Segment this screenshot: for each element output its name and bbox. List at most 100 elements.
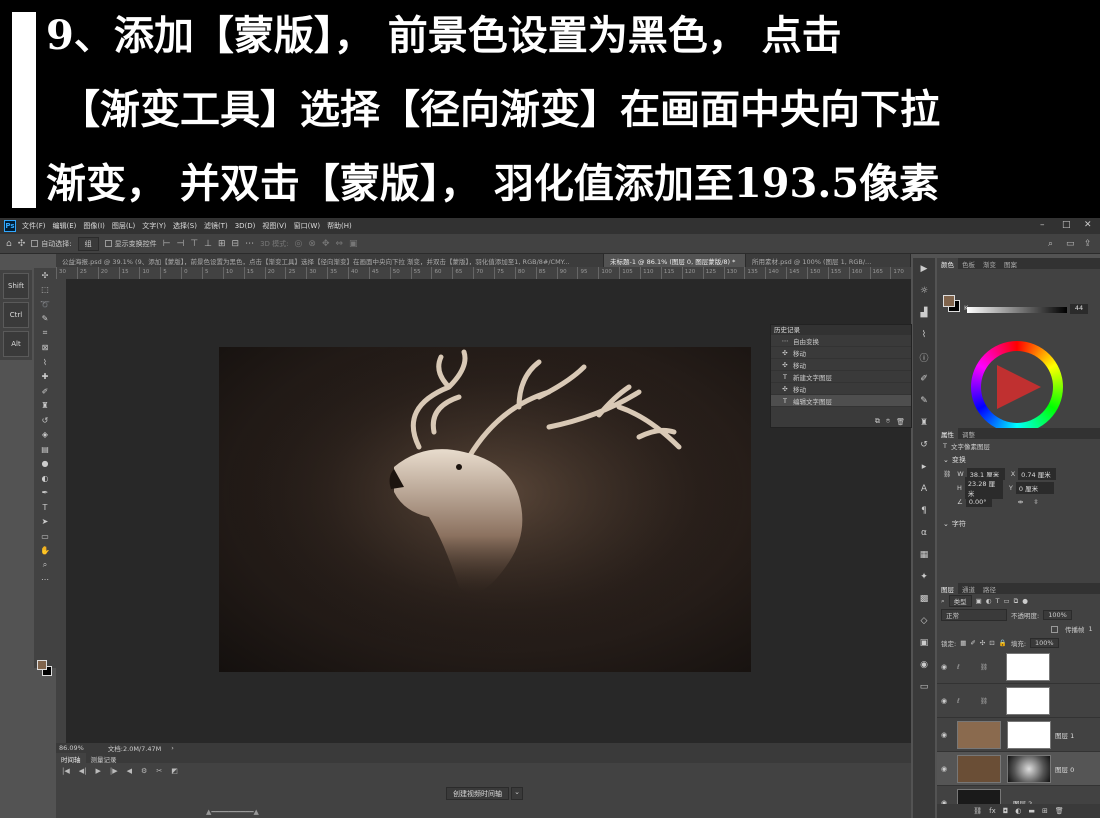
new-layer-icon[interactable]: ⊞ — [1042, 807, 1048, 815]
workspace-icon[interactable]: ▭ — [1066, 239, 1075, 249]
layer-row-selected[interactable]: ◉ 图层 0 — [937, 752, 1100, 786]
more-options-icon[interactable]: ⋯ — [245, 239, 254, 249]
align-center-icon[interactable]: ⊣ — [176, 239, 184, 249]
menu-layer[interactable]: 图层(L) — [112, 221, 135, 231]
blur-tool-icon[interactable]: ● — [34, 457, 56, 472]
tab-untitled[interactable]: 未标题-1 @ 86.1% (图层 0, 图层蒙版/8) * — [604, 254, 746, 267]
height-field[interactable]: 23.28 厘米 — [964, 477, 1003, 499]
history-row[interactable]: ✣ 移动 — [771, 359, 911, 371]
timeline-dropdown[interactable]: ⌄ — [511, 787, 523, 800]
tab-channels[interactable]: 通道 — [958, 583, 979, 594]
tab-properties[interactable]: 属性 — [937, 428, 958, 439]
type-tool-icon[interactable]: T — [34, 500, 56, 515]
filter-adjust-icon[interactable]: ◐ — [986, 597, 992, 605]
glyphs-icon[interactable]: α — [913, 522, 935, 544]
next-frame-icon[interactable]: |▶ — [110, 767, 118, 775]
filter-shape-icon[interactable]: ▭ — [1003, 597, 1009, 605]
shift-key-button[interactable]: Shift — [3, 273, 29, 299]
styles-icon[interactable]: ✦ — [913, 566, 935, 588]
blend-mode-select[interactable]: 正常 — [941, 609, 1007, 621]
share-icon[interactable]: ⇪ — [1084, 239, 1092, 249]
eye-icon[interactable]: ◉ — [937, 663, 951, 671]
paragraph-icon[interactable]: ¶ — [913, 500, 935, 522]
tab-layers[interactable]: 图层 — [937, 583, 958, 594]
foreground-color-swatch[interactable] — [943, 295, 955, 307]
tab-measurement-log[interactable]: 测量记录 — [86, 753, 122, 764]
layer-thumbnail[interactable] — [1005, 652, 1050, 681]
play-icon[interactable]: ▶ — [96, 767, 101, 775]
brushes-icon[interactable]: ✎ — [913, 390, 935, 412]
flip-horizontal-icon[interactable]: ⇹ — [1018, 498, 1023, 506]
transform-section-header[interactable]: ⌄ 变换 — [937, 453, 1100, 467]
align-right-icon[interactable]: ⊤ — [190, 239, 198, 249]
lasso-tool-icon[interactable]: ➰ — [34, 297, 56, 312]
cube-icon[interactable]: ▣ — [913, 632, 935, 654]
3d-pan-icon[interactable]: ✥ — [322, 239, 330, 249]
opacity-field[interactable]: 100% — [1043, 610, 1072, 620]
history-brush-icon[interactable]: ↺ — [34, 413, 56, 428]
brush-settings-icon[interactable]: ✐ — [913, 368, 935, 390]
frame-tool-icon[interactable]: ⊠ — [34, 341, 56, 356]
tab-timeline[interactable]: 时间轴 — [56, 753, 86, 764]
layer-row[interactable]: ◉ ℓ ⛓ — [937, 684, 1100, 718]
home-icon[interactable]: ⌂ — [6, 239, 12, 249]
angle-field[interactable]: 0.00° — [965, 497, 992, 507]
lock-all-icon[interactable]: 🔒 — [999, 639, 1007, 647]
menu-view[interactable]: 视图(V) — [262, 221, 286, 231]
layer-name[interactable]: 图层 0 — [1055, 764, 1074, 774]
filter-pixel-icon[interactable]: ▣ — [976, 597, 982, 605]
eye-icon[interactable]: ◉ — [937, 697, 951, 705]
transition-icon[interactable]: ◩ — [171, 767, 178, 775]
canvas-area[interactable]: 历史记录 ⋯ 自由变换 ✣ 移动 ✣ 移动 T 新建文字图层 ✣ 移动 T 编辑文字图层 ⧉… — [66, 279, 912, 743]
history-row[interactable]: ✣ 移动 — [771, 383, 911, 395]
minimize-icon[interactable]: – — [1040, 220, 1045, 230]
ctrl-key-button[interactable]: Ctrl — [3, 302, 29, 328]
audio-icon[interactable]: ◀ — [127, 767, 132, 775]
lock-move-icon[interactable]: ✣ — [980, 639, 985, 647]
document-canvas[interactable] — [219, 347, 751, 672]
auto-select-target-select[interactable]: 组 — [77, 236, 99, 251]
layer-thumbnail[interactable] — [957, 754, 1001, 783]
clone-stamp-icon[interactable]: ♜ — [34, 399, 56, 414]
character-section-header[interactable]: ⌄ 字符 — [937, 517, 1100, 531]
eye-icon[interactable]: ◉ — [937, 765, 951, 773]
3d-scale-icon[interactable]: ▣ — [349, 239, 358, 249]
actions-icon[interactable]: ▸ — [913, 456, 935, 478]
gradient-tool-icon[interactable]: ▤ — [34, 442, 56, 457]
hand-tool-icon[interactable]: ✋ — [34, 544, 56, 559]
menu-help[interactable]: 帮助(H) — [327, 221, 352, 231]
tab-swatches[interactable]: 色板 — [958, 258, 979, 269]
link-icon[interactable]: ⛓ — [943, 470, 951, 478]
rectangle-tool-icon[interactable]: ▭ — [34, 529, 56, 544]
maximize-icon[interactable]: □ — [1062, 220, 1071, 230]
tab-adjustments[interactable]: 调整 — [958, 428, 979, 439]
layer-row[interactable]: ◉ ℓ ⛓ — [937, 650, 1100, 684]
menu-file[interactable]: 文件(F) — [22, 221, 46, 231]
fx-icon[interactable]: fx — [989, 807, 996, 815]
menu-select[interactable]: 选择(S) — [173, 221, 197, 231]
tab-color[interactable]: 颜色 — [937, 258, 958, 269]
k-slider[interactable] — [967, 307, 1067, 313]
pen-tool-icon[interactable]: ✒ — [34, 486, 56, 501]
align-middle-icon[interactable]: ⊞ — [218, 239, 226, 249]
split-icon[interactable]: ✂ — [156, 767, 162, 775]
zoom-level[interactable]: 86.09% — [59, 744, 84, 752]
search-icon[interactable]: ⌕ — [1048, 239, 1053, 249]
brush-tool-icon[interactable]: ✐ — [34, 384, 56, 399]
tab-patterns[interactable]: 图案 — [1000, 258, 1021, 269]
more-tools-icon[interactable]: ⋯ — [34, 573, 56, 588]
x-field[interactable]: 0.74 厘米 — [1018, 468, 1057, 480]
first-frame-icon[interactable]: |◀ — [62, 767, 70, 775]
create-video-timeline-button[interactable]: 创建视频时间轴 — [446, 787, 509, 800]
lock-pixels-icon[interactable]: ▦ — [960, 639, 966, 647]
3d-slide-icon[interactable]: ⇔ — [335, 239, 343, 249]
character-icon[interactable]: A — [913, 478, 935, 500]
history-row[interactable]: ✣ 移动 — [771, 347, 911, 359]
y-field[interactable]: 0 厘米 — [1015, 482, 1054, 494]
layer-comps-icon[interactable]: ▦ — [913, 544, 935, 566]
history-row[interactable]: T 新建文字图层 — [771, 371, 911, 383]
filter-toggle-icon[interactable]: ● — [1022, 597, 1028, 605]
color-triangle[interactable] — [997, 365, 1041, 409]
layer-thumbnail[interactable] — [957, 720, 1001, 749]
show-transform-checkbox[interactable] — [104, 240, 112, 247]
